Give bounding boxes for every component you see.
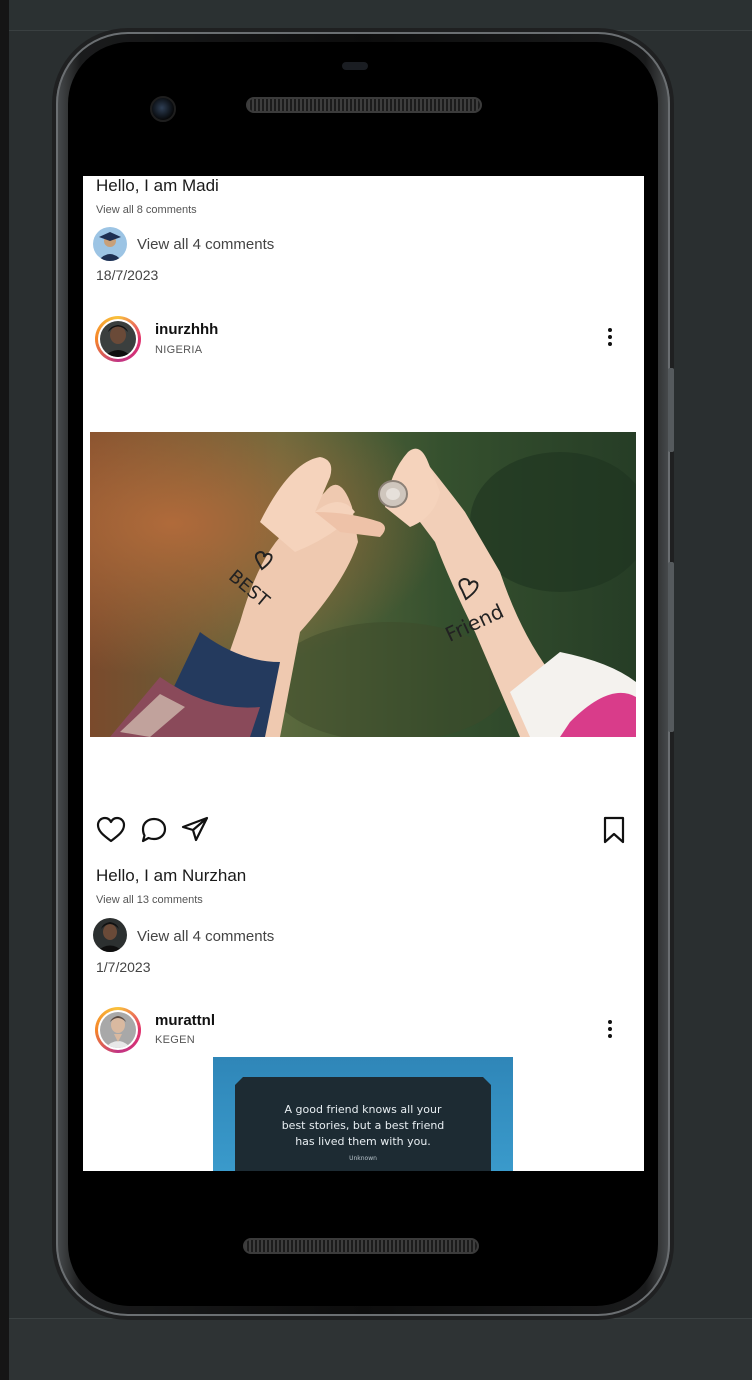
bookmark-icon[interactable] <box>601 815 627 845</box>
user-avatar-icon <box>93 918 127 952</box>
front-camera <box>150 96 176 122</box>
story-avatar[interactable] <box>95 1007 141 1053</box>
view-all-comments-link[interactable]: View all 13 comments <box>96 894 203 906</box>
more-options-icon[interactable] <box>608 1017 612 1041</box>
post-caption: Hello, I am Madi <box>96 176 219 195</box>
quote-line: best stories, but a best friend <box>281 1119 445 1132</box>
user-avatar-icon <box>100 321 136 357</box>
quote-line: A good friend knows all your <box>284 1103 442 1116</box>
proximity-sensor <box>342 62 368 70</box>
comment-avatar[interactable] <box>93 227 127 261</box>
post-date: 1/7/2023 <box>96 959 151 975</box>
post-image[interactable]: A good friend knows all your best storie… <box>213 1057 513 1171</box>
share-icon[interactable] <box>180 815 210 843</box>
post-location[interactable]: KEGEN <box>155 1034 195 1046</box>
post-location[interactable]: NIGERIA <box>155 344 202 356</box>
volume-button <box>668 562 674 732</box>
post-image[interactable]: BEST Friend <box>90 432 636 737</box>
post-username[interactable]: murattnl <box>155 1012 215 1029</box>
more-options-icon[interactable] <box>608 325 612 349</box>
comments-preview-link[interactable]: View all 4 comments <box>137 236 274 253</box>
post-caption: Hello, I am Nurzhan <box>96 866 247 885</box>
post-username[interactable]: inurzhhh <box>155 321 218 338</box>
view-all-comments-link[interactable]: View all 8 comments <box>96 204 197 216</box>
quote-text: A good friend knows all your best storie… <box>235 1102 491 1164</box>
quote-author: Unknown <box>349 1155 377 1162</box>
post-date: 18/7/2023 <box>96 267 159 283</box>
story-avatar[interactable] <box>95 316 141 362</box>
bottom-speaker <box>243 1238 479 1254</box>
comment-icon[interactable] <box>139 816 169 844</box>
comments-preview-link[interactable]: View all 4 comments <box>137 928 274 945</box>
top-band <box>9 0 752 31</box>
comment-avatar[interactable] <box>93 918 127 952</box>
quote-line: has lived them with you. <box>295 1135 431 1148</box>
bottom-band <box>9 1318 752 1380</box>
power-button <box>668 368 674 452</box>
user-avatar-icon <box>100 1012 136 1048</box>
pinky-promise-photo: BEST Friend <box>90 432 636 737</box>
frame-edge <box>0 0 9 1380</box>
app-screen[interactable]: Hello, I am Madi View all 8 comments Vie… <box>83 176 644 1171</box>
top-speaker <box>246 97 482 113</box>
graduate-avatar-icon <box>93 227 127 261</box>
heart-icon[interactable] <box>96 816 126 844</box>
